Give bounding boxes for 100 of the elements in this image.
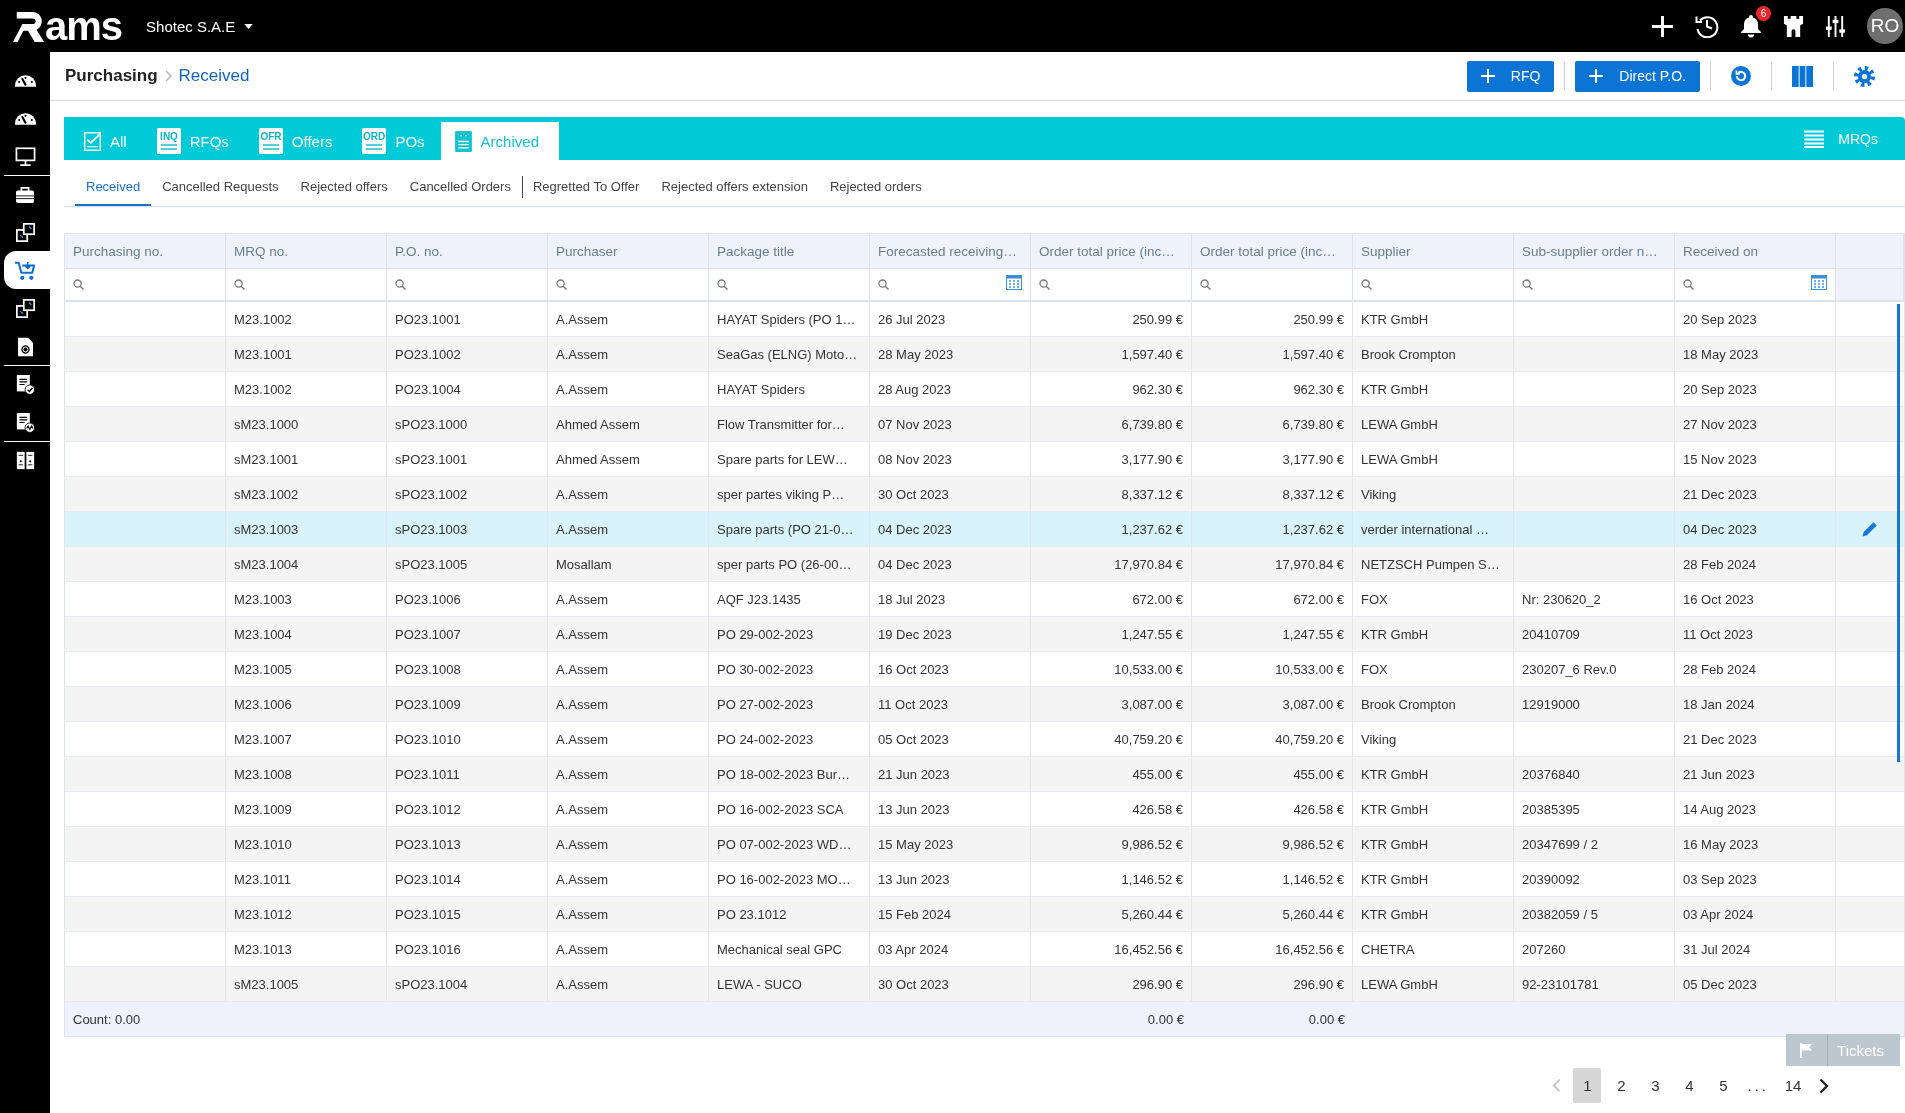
table-row[interactable]: sM23.1002 sPO23.1002 A.Assem sper partes viking P… 30 Oct 2023 8,337.12 € 8,337.12 € Viking 21 Dec 2023 bbox=[65, 477, 1904, 512]
settings-icon[interactable] bbox=[1854, 65, 1875, 87]
column-header[interactable]: Purchaser bbox=[548, 234, 709, 268]
footer-total: 0.00 € bbox=[1308, 1011, 1345, 1027]
column-header[interactable]: Package title bbox=[709, 234, 870, 268]
cart-icon bbox=[14, 260, 36, 281]
subtab[interactable]: Cancelled Orders bbox=[398, 160, 522, 206]
column-header[interactable]: Order total price (inc… bbox=[1031, 234, 1192, 268]
column-header[interactable]: Forecasted receiving… bbox=[870, 234, 1031, 268]
filter-field[interactable] bbox=[870, 268, 1031, 302]
table-row[interactable]: M23.1005 PO23.1008 A.Assem PO 30-002-2023 16 Oct 2023 10,533.00 € 10,533.00 € FOX 230207_6 Rev.0 28 Feb 2024 bbox=[65, 652, 1904, 687]
chevron-right-icon bbox=[1819, 1077, 1829, 1094]
filter-field[interactable] bbox=[709, 268, 870, 302]
table-row[interactable]: M23.1002 PO23.1001 A.Assem HAYAT Spiders (PO 1… 26 Jul 2023 250.99 € 250.99 € KTR GmbH 20 Sep 2023 bbox=[65, 302, 1904, 337]
column-header[interactable]: Sub-supplier order n… bbox=[1514, 234, 1675, 268]
direct-po-button[interactable]: Direct P.O. bbox=[1575, 60, 1700, 92]
table-row[interactable]: M23.1001 PO23.1002 A.Assem SeaGas (ELNG) Moto… 28 May 2023 1,597.40 € 1,597.40 € Brook Crompton 18 May 2023 bbox=[65, 337, 1904, 372]
calendar-icon[interactable] bbox=[1006, 273, 1022, 290]
column-header[interactable]: Order total price (inc… bbox=[1192, 234, 1353, 268]
search-icon bbox=[717, 279, 728, 290]
table-row[interactable]: M23.1006 PO23.1009 A.Assem PO 27-002-2023 11 Oct 2023 3,087.00 € 3,087.00 € Brook Crompton 12919000 18 Jan 2024 bbox=[65, 687, 1904, 722]
page-button[interactable]: 5 bbox=[1709, 1068, 1738, 1103]
table-row[interactable]: sM23.1001 sPO23.1001 Ahmed Assem Spare parts for LEW… 08 Nov 2023 3,177.90 € 3,177.90 € LEWA GmbH 15 Nov 2023 bbox=[65, 442, 1904, 477]
pagination-ellipsis: ... bbox=[1746, 1077, 1770, 1094]
calendar-icon[interactable] bbox=[1811, 273, 1827, 290]
subtab[interactable]: Received bbox=[75, 160, 152, 206]
chevron-right-icon bbox=[164, 70, 172, 82]
sliders-icon[interactable] bbox=[1825, 14, 1846, 38]
column-header[interactable]: P.O. no. bbox=[387, 234, 548, 268]
filter-field[interactable] bbox=[387, 268, 548, 302]
document-coin-icon bbox=[16, 336, 34, 357]
document-check-icon bbox=[15, 374, 35, 395]
monitor-icon bbox=[14, 147, 36, 166]
filter-field[interactable] bbox=[1514, 268, 1675, 302]
subtab[interactable]: Cancelled Requests bbox=[151, 160, 290, 206]
document-chart-icon bbox=[15, 412, 35, 433]
page-button[interactable]: 14 bbox=[1779, 1068, 1807, 1103]
subtab[interactable]: Rejected offers bbox=[289, 160, 399, 206]
table-row[interactable]: M23.1004 PO23.1007 A.Assem PO 29-002-2023 19 Dec 2023 1,247.55 € 1,247.55 € KTR GmbH 20410709 11 Oct 2023 bbox=[65, 617, 1904, 652]
plus-icon[interactable] bbox=[1651, 14, 1674, 38]
filter-field[interactable] bbox=[226, 268, 387, 302]
column-header[interactable]: Purchasing no. bbox=[65, 234, 226, 268]
filter-field[interactable] bbox=[1031, 268, 1192, 302]
table-row[interactable]: M23.1012 PO23.1015 A.Assem PO 23.1012 15 Feb 2024 5,260.44 € 5,260.44 € KTR GmbH 20382059 / 5 03 Apr 2024 bbox=[65, 897, 1904, 932]
page-button[interactable]: 1 bbox=[1573, 1068, 1602, 1103]
table-row[interactable]: sM23.1004 sPO23.1005 Mosallam sper parts PO (26-00… 04 Dec 2023 17,970.84 € 17,970.84 € NETZSCH Pumpen S… 28 Feb 2024 bbox=[65, 547, 1904, 582]
table-row[interactable]: M23.1002 PO23.1004 A.Assem HAYAT Spiders 28 Aug 2023 962.30 € 962.30 € KTR GmbH 20 Sep 2023 bbox=[65, 372, 1904, 407]
document-icon: ORD bbox=[362, 128, 387, 154]
column-header[interactable]: Supplier bbox=[1353, 234, 1514, 268]
column-header[interactable]: MRQ no. bbox=[226, 234, 387, 268]
table-row[interactable]: M23.1007 PO23.1010 A.Assem PO 24-002-2023 05 Oct 2023 40,759.20 € 40,759.20 € Viking 21 Dec 2023 bbox=[65, 722, 1904, 757]
refresh-icon[interactable] bbox=[1731, 66, 1751, 86]
table-row[interactable]: sM23.1003 sPO23.1003 A.Assem Spare parts (PO 21-0… 04 Dec 2023 1,237.62 € 1,237.62 € verder international … 04 Dec 2023 bbox=[65, 512, 1904, 547]
flag-icon bbox=[1800, 1042, 1814, 1058]
filter-field[interactable] bbox=[65, 268, 226, 302]
filter-field[interactable] bbox=[1675, 268, 1836, 302]
table-row[interactable]: M23.1011 PO23.1014 A.Assem PO 16-002-2023 MO… 13 Jun 2023 1,146.52 € 1,146.52 € KTR GmbH 20390092 03 Sep 2023 bbox=[65, 862, 1904, 897]
speedometer-icon bbox=[14, 112, 36, 125]
table-row[interactable]: sM23.1005 sPO23.1004 A.Assem LEWA - SUCO 30 Oct 2023 296.90 € 296.90 € LEWA GmbH 92-23101781 05 Dec 2023 bbox=[65, 967, 1904, 1002]
table-row[interactable]: M23.1010 PO23.1013 A.Assem PO 07-002-2023 WD… 15 May 2023 9,986.52 € 9,986.52 € KTR GmbH 20347699 / 2 16 May 2023 bbox=[65, 827, 1904, 862]
chevron-left-icon bbox=[1552, 1078, 1562, 1093]
overlapping-squares-icon bbox=[15, 223, 35, 242]
filter-field[interactable] bbox=[1192, 268, 1353, 302]
list-icon bbox=[1804, 129, 1825, 148]
search-icon bbox=[73, 279, 84, 290]
subtab[interactable]: Rejected offers extension bbox=[650, 160, 819, 206]
bell-icon[interactable] bbox=[1740, 14, 1762, 38]
castle-icon[interactable] bbox=[1783, 14, 1804, 38]
page-button[interactable]: 3 bbox=[1641, 1068, 1670, 1103]
search-icon bbox=[395, 279, 406, 290]
table-row[interactable]: sM23.1000 sPO23.1000 Ahmed Assem Flow Transmitter for… 07 Nov 2023 6,739.80 € 6,739.80 € LEWA GmbH 27 Nov 2023 bbox=[65, 407, 1904, 442]
pencil-icon[interactable] bbox=[1862, 521, 1878, 537]
table-row[interactable]: M23.1009 PO23.1012 A.Assem PO 16-002-2023 SCA 13 Jun 2023 426.58 € 426.58 € KTR GmbH 20385395 14 Aug 2023 bbox=[65, 792, 1904, 827]
filter-field[interactable] bbox=[548, 268, 709, 302]
document-icon: INQ bbox=[156, 128, 181, 154]
search-icon bbox=[234, 279, 245, 290]
page-button[interactable]: 2 bbox=[1607, 1068, 1636, 1103]
briefcase-icon bbox=[15, 185, 35, 204]
caret-down-icon bbox=[244, 23, 254, 29]
column-header[interactable]: Received on bbox=[1675, 234, 1836, 268]
breadcrumb-link[interactable]: Purchasing bbox=[65, 66, 158, 86]
table-row[interactable]: M23.1008 PO23.1011 A.Assem PO 18-002-2023 Bur… 21 Jun 2023 455.00 € 455.00 € KTR GmbH 20376840 21 Jun 2023 bbox=[65, 757, 1904, 792]
archive-icon bbox=[454, 130, 472, 152]
overlapping-squares-icon bbox=[15, 299, 35, 318]
history-icon[interactable] bbox=[1695, 14, 1719, 38]
columns-icon[interactable] bbox=[1792, 65, 1813, 87]
footer-count: Count: 0.00 bbox=[73, 1011, 141, 1027]
table-row[interactable]: M23.1013 PO23.1016 A.Assem Mechanical seal GPC 03 Apr 2024 16,452.56 € 16,452.56 € CHETRA 207260 31 Jul 2024 bbox=[65, 932, 1904, 967]
subtab[interactable]: Rejected orders bbox=[818, 160, 933, 206]
new-rfq-button[interactable]: RFQ bbox=[1466, 60, 1555, 92]
filter-field[interactable] bbox=[1353, 268, 1514, 302]
sidebar-item[interactable] bbox=[4, 251, 50, 289]
search-icon bbox=[556, 279, 567, 290]
company-dropdown[interactable]: Shotec S.A.E bbox=[146, 17, 254, 35]
search-icon bbox=[1361, 279, 1372, 290]
user-avatar[interactable]: RO bbox=[1867, 8, 1903, 44]
page-button[interactable]: 4 bbox=[1675, 1068, 1704, 1103]
scrollbar-thumb[interactable] bbox=[1897, 304, 1900, 762]
speedometer-icon bbox=[14, 74, 36, 87]
table-row[interactable]: M23.1003 PO23.1006 A.Assem AQF J23.1435 18 Jul 2023 672.00 € 672.00 € FOX Nr: 230620_2 16 Oct 2023 bbox=[65, 582, 1904, 617]
